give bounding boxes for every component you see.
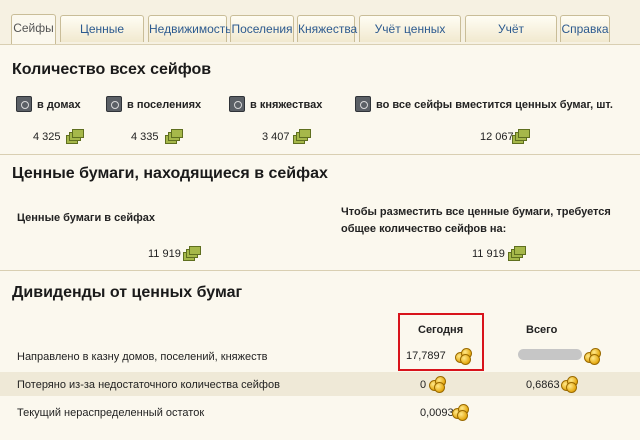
safes-value-principalities: 3 407	[262, 131, 290, 143]
dividend-row-total-hidden	[518, 349, 582, 360]
dividend-row-today: 0,0093	[420, 407, 454, 419]
safes-value-settlements: 4 335	[131, 131, 159, 143]
tab-dividends-accounting[interactable]: Учёт дивидендов	[465, 15, 557, 63]
safe-icon	[229, 96, 245, 112]
dividend-row-label: Текущий нераспределенный остаток	[17, 407, 205, 419]
dividend-row-label: Потеряно из-за недостаточного количества…	[17, 379, 280, 391]
safes-label-principalities: в княжествах	[250, 99, 323, 111]
safes-label-houses: в домах	[37, 99, 81, 111]
safes-label-capacity: во все сейфы вместится ценных бумаг, шт.	[376, 99, 613, 111]
safe-icon	[106, 96, 122, 112]
bond-icon	[165, 129, 183, 144]
coins-icon	[452, 402, 470, 421]
tab-safes[interactable]: Сейфы	[11, 14, 56, 44]
bond-icon	[66, 129, 84, 144]
tab-real-estate[interactable]: Недвижимость	[148, 15, 232, 42]
dividend-row-total: 0,6863	[526, 379, 560, 391]
safes-section-title: Количество всех сейфов	[12, 61, 212, 78]
main-content: Количество всех сейфов в домах в поселен…	[0, 45, 640, 440]
bond-icon	[293, 129, 311, 144]
tab-securities-accounting[interactable]: Учёт ценных бумаг	[359, 15, 461, 63]
coins-icon	[561, 374, 579, 393]
divider	[0, 154, 640, 155]
safes-value-houses: 4 325	[33, 131, 61, 143]
safes-label-settlements: в поселениях	[127, 99, 202, 111]
dividend-row-today: 17,7897	[406, 350, 446, 362]
safes-value-capacity: 12 067	[480, 131, 514, 143]
tab-help[interactable]: Справка	[560, 15, 610, 42]
tab-securities[interactable]: Ценные бумаги	[60, 15, 144, 63]
dividend-row-today: 0	[420, 379, 427, 391]
dividends-section-title: Дивиденды от ценных бумаг	[12, 284, 243, 301]
safe-icon	[355, 96, 371, 112]
coins-icon	[584, 346, 602, 365]
divider	[0, 270, 640, 271]
tab-settlements[interactable]: Поселения	[230, 15, 294, 42]
tab-bar: Сейфы Ценные бумаги Недвижимость Поселен…	[0, 0, 640, 63]
safes-required-label: Чтобы разместить все ценные бумаги, треб…	[341, 206, 611, 235]
bond-icon	[508, 246, 526, 261]
safe-icon	[16, 96, 32, 112]
securities-in-safes-value: 11 919	[148, 248, 181, 260]
safes-required-value: 11 919	[472, 248, 505, 260]
tab-principalities[interactable]: Княжества	[297, 15, 357, 42]
securities-section-title: Ценные бумаги, находящиеся в сейфах	[12, 165, 328, 182]
bond-icon	[512, 129, 530, 144]
column-header-total: Всего	[526, 324, 558, 336]
coins-icon	[429, 374, 447, 393]
dividend-row-label: Направлено в казну домов, поселений, кня…	[17, 351, 268, 363]
coins-icon	[455, 346, 473, 365]
securities-in-safes-label: Ценные бумаги в сейфах	[17, 212, 155, 224]
bond-icon	[183, 246, 201, 261]
